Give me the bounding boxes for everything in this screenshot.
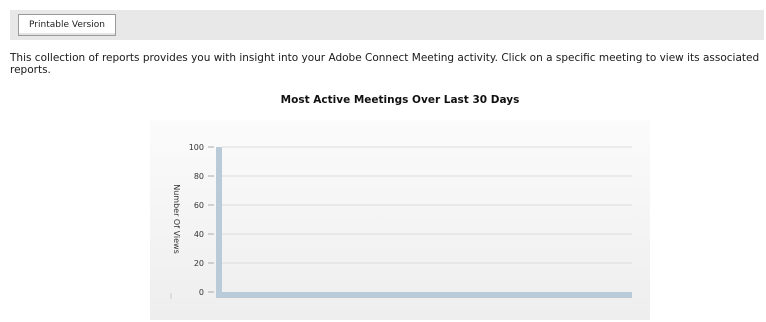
y-tick-label: 20 xyxy=(194,259,204,268)
x-axis xyxy=(216,292,632,298)
y-tick-label: 40 xyxy=(194,230,204,239)
y-tick-label: 60 xyxy=(194,201,204,210)
most-active-meetings-chart: 0 20 40 60 80 100 Number Of Views xyxy=(170,143,632,299)
y-axis-label: Number Of Views xyxy=(172,184,181,254)
y-tick-label: 100 xyxy=(189,143,204,152)
y-axis xyxy=(216,147,222,298)
y-tick-label: 80 xyxy=(194,172,204,181)
axis-origin-marker xyxy=(170,293,172,299)
y-tick-label: 0 xyxy=(199,288,204,297)
